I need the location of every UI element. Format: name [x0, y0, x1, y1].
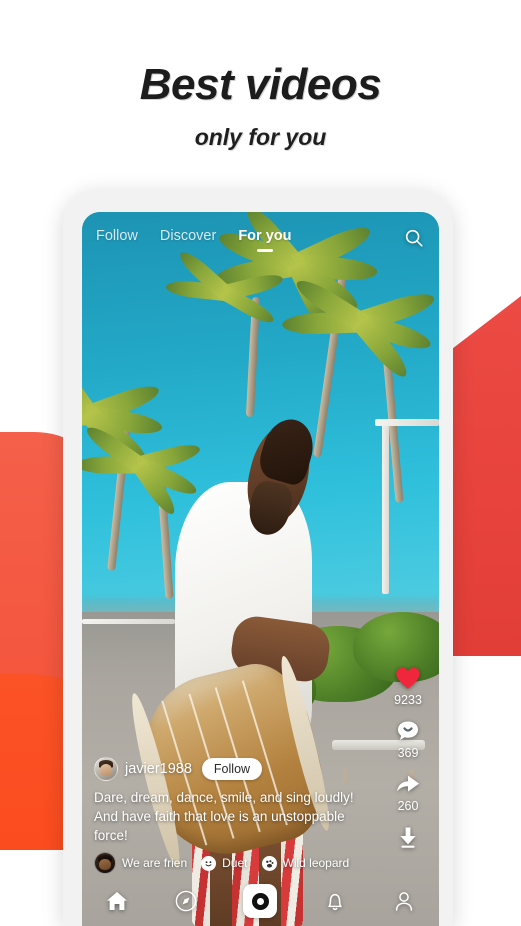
- caption-text: Dare, dream, dance, smile, and sing loud…: [94, 789, 354, 843]
- nav-record[interactable]: [243, 884, 278, 918]
- phone-screen: Follow Discover For you 9233 369 260 jav…: [82, 212, 439, 926]
- video-caption-block: javier1988 Follow Dare, dream, dance, sm…: [94, 756, 374, 874]
- smiley-icon: [201, 855, 217, 871]
- pergola-post: [381, 419, 389, 595]
- chip-sound[interactable]: Wild leopard: [261, 855, 350, 871]
- tab-for-you[interactable]: For you: [238, 228, 291, 248]
- nav-notifications[interactable]: [323, 889, 347, 913]
- download-action[interactable]: [396, 825, 420, 852]
- profile-icon: [396, 892, 413, 911]
- tab-follow[interactable]: Follow: [96, 228, 138, 248]
- group-avatar-icon: [94, 852, 116, 874]
- caption-chips: We are frien Duet Wild leopard: [94, 852, 374, 874]
- promo-headline: Best videos: [139, 60, 382, 109]
- search-icon[interactable]: [403, 227, 425, 249]
- paw-icon: [261, 855, 277, 871]
- tab-discover[interactable]: Discover: [160, 228, 216, 248]
- download-icon: [400, 827, 416, 848]
- share-count: 260: [397, 799, 419, 813]
- compass-icon: [175, 890, 197, 912]
- phone-mockup: Follow Discover For you 9233 369 260 jav…: [63, 190, 453, 926]
- share-action[interactable]: 260: [395, 772, 421, 813]
- author-avatar[interactable]: [94, 756, 118, 781]
- video-action-rail: 9233 369 260: [385, 666, 431, 864]
- share-icon: [397, 775, 419, 792]
- nav-profile[interactable]: [392, 889, 416, 913]
- heart-icon: [396, 667, 420, 689]
- comment-count: 369: [397, 746, 419, 760]
- chip-duet[interactable]: Duet: [201, 855, 248, 871]
- chip-group[interactable]: We are frien: [94, 852, 187, 874]
- nav-discover[interactable]: [174, 889, 198, 913]
- chip-label-group: We are frien: [122, 856, 188, 870]
- home-icon: [106, 892, 127, 910]
- promo-text-block: Best videos only for you: [0, 0, 521, 151]
- like-count: 9233: [394, 693, 422, 707]
- bell-icon: [328, 893, 342, 911]
- promo-subheadline: only for you: [194, 124, 327, 151]
- author-username[interactable]: javier1988: [125, 761, 192, 777]
- promo-screenshot: Best videos only for you Follow Discover…: [0, 0, 521, 926]
- comment-icon: [398, 721, 418, 740]
- comment-action[interactable]: 369: [396, 719, 420, 760]
- app-bottom-nav: [82, 876, 439, 926]
- like-action[interactable]: 9233: [394, 666, 422, 707]
- chip-label-sound: Wild leopard: [282, 856, 350, 870]
- chip-label-duet: Duet: [222, 856, 248, 870]
- pergola-beam: [374, 419, 439, 427]
- follow-button[interactable]: Follow: [201, 757, 263, 780]
- video-top-nav: Follow Discover For you: [82, 212, 439, 264]
- record-icon: [251, 892, 269, 910]
- nav-home[interactable]: [105, 889, 129, 913]
- author-row: javier1988 Follow: [94, 756, 374, 781]
